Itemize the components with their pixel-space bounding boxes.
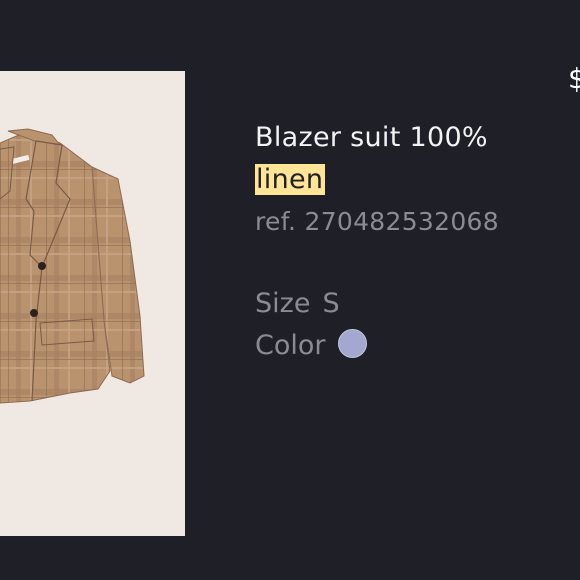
color-label: Color [255, 330, 326, 361]
product-title: Blazer suit 100% [255, 122, 488, 153]
blazer-illustration [0, 128, 145, 404]
size-row: Size S [255, 283, 555, 325]
highlighted-text: linen [255, 164, 326, 195]
size-value: S [322, 288, 340, 319]
color-row: Color [255, 325, 555, 367]
product-reference: ref. 270482532068 [255, 207, 499, 236]
price: $ [568, 62, 580, 95]
color-swatch[interactable] [337, 329, 367, 358]
product-image[interactable] [0, 71, 185, 536]
product-title-line2: linen [255, 159, 555, 201]
size-label: Size [255, 288, 311, 319]
product-details: Blazer suit 100% linen ref. 270482532068… [255, 117, 555, 367]
